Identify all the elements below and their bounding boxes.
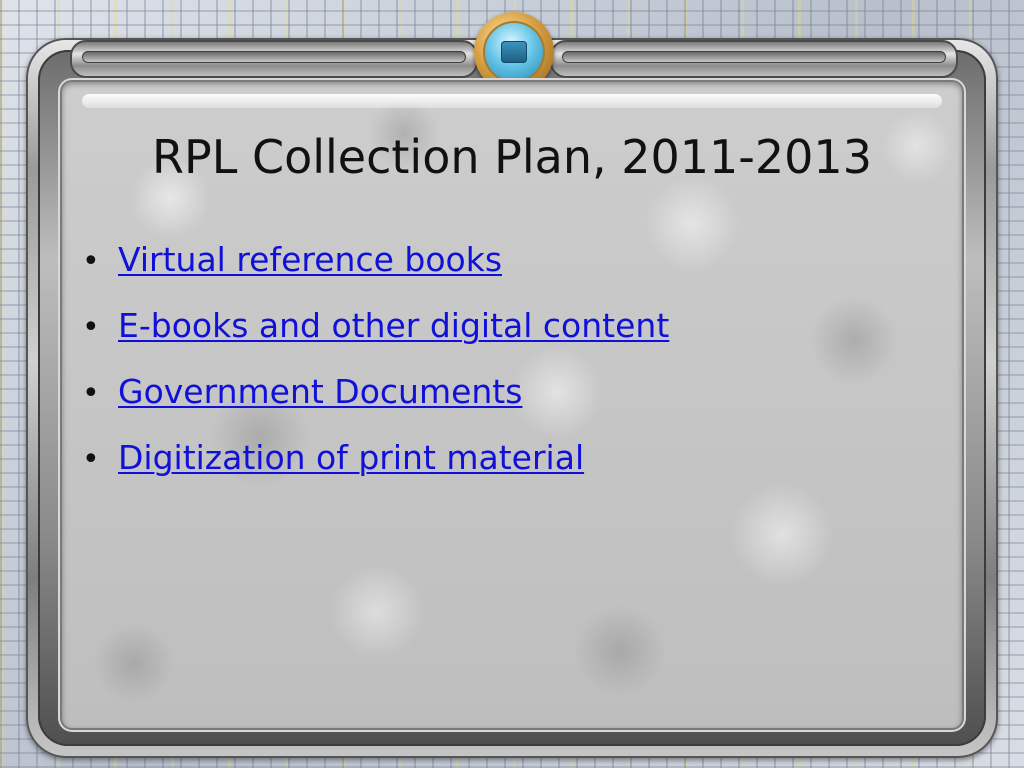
link-virtual-reference-books[interactable]: Virtual reference books [118,240,502,279]
top-rail-left [70,40,478,78]
link-e-books-digital-content[interactable]: E-books and other digital content [118,306,669,345]
list-item: • Government Documents [82,372,669,438]
bullet-dot-icon: • [82,244,100,279]
bullet-dot-icon: • [82,442,100,477]
circuit-emblem-icon [474,12,554,92]
panel-highlight [82,94,942,108]
link-digitization-print-material[interactable]: Digitization of print material [118,438,584,477]
content-panel: RPL Collection Plan, 2011-2013 • Virtual… [62,82,962,728]
top-rail-right [550,40,958,78]
emblem-core [483,21,545,83]
slide-title: RPL Collection Plan, 2011-2013 [152,130,872,184]
bullet-dot-icon: • [82,376,100,411]
list-item: • E-books and other digital content [82,306,669,372]
link-government-documents[interactable]: Government Documents [118,372,522,411]
list-item: • Virtual reference books [82,240,669,306]
bullet-list: • Virtual reference books • E-books and … [82,240,669,504]
bullet-dot-icon: • [82,310,100,345]
list-item: • Digitization of print material [82,438,669,504]
chip-icon [501,41,527,63]
